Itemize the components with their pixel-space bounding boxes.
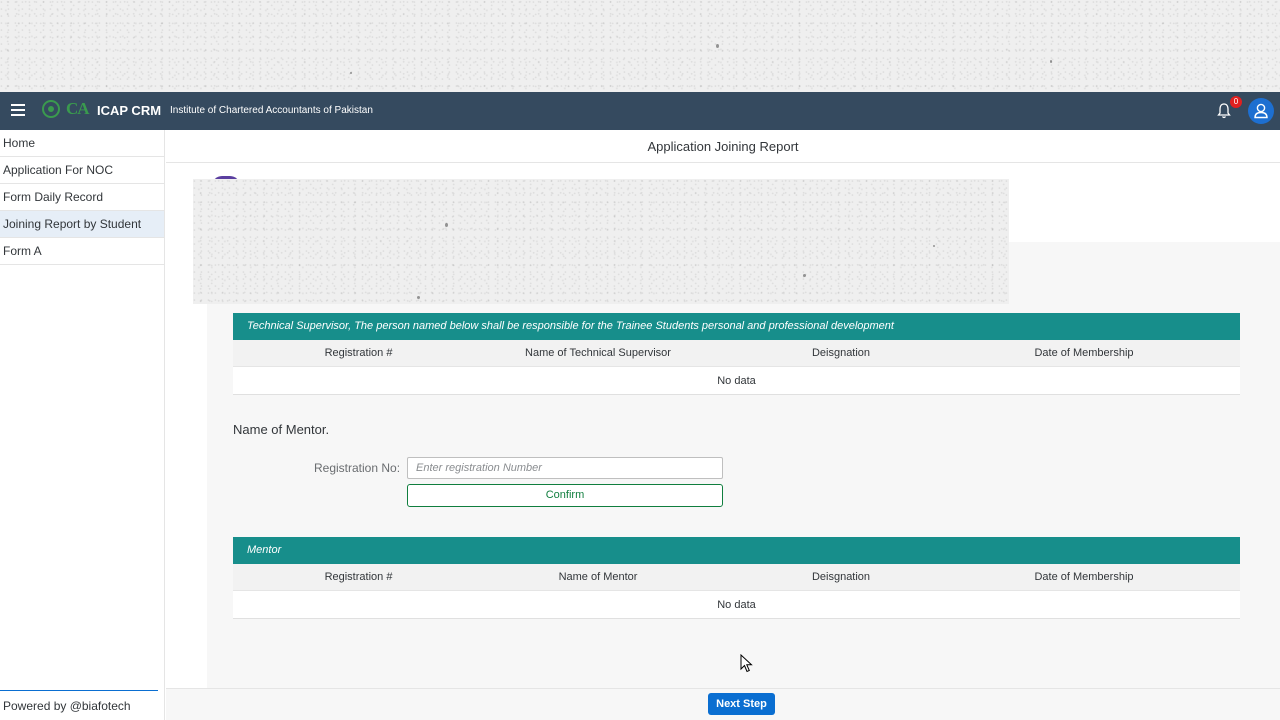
technical-supervisor-table: Technical Supervisor, The person named b…	[233, 313, 1240, 395]
powered-by-footer: Powered by @biafotech	[0, 690, 158, 713]
column-header: Deisgnation	[811, 347, 871, 359]
background-paper-top	[0, 0, 1280, 92]
paper-speck	[803, 274, 806, 277]
paper-speck	[716, 44, 719, 48]
table-caption: Technical Supervisor, The person named b…	[233, 313, 1240, 340]
column-header: Deisgnation	[811, 571, 871, 583]
no-data-row: No data	[233, 367, 1240, 395]
hamburger-menu-icon[interactable]	[11, 104, 25, 116]
column-header: Date of Membership	[1034, 347, 1134, 359]
user-icon	[1254, 103, 1268, 119]
background-paper-overlay	[193, 179, 1009, 304]
column-header: Name of Mentor	[558, 571, 638, 583]
app-subtitle: Institute of Chartered Accountants of Pa…	[170, 105, 373, 116]
next-step-button[interactable]: Next Step	[708, 693, 775, 715]
table-caption: Mentor	[233, 537, 1240, 564]
table-header-row: Registration # Name of Mentor Deisgnatio…	[233, 564, 1240, 591]
column-header: Registration #	[324, 571, 393, 583]
paper-speck	[1050, 60, 1052, 63]
registration-label: Registration No:	[314, 461, 401, 475]
logo-seal-icon	[42, 100, 60, 118]
column-header: Registration #	[324, 347, 393, 359]
paper-speck	[445, 223, 448, 227]
icap-logo: CA	[40, 97, 92, 125]
logo-text: CA	[66, 99, 90, 118]
sidebar-item-joining-report[interactable]: Joining Report by Student	[0, 211, 164, 238]
registration-number-input[interactable]	[407, 457, 723, 479]
column-header: Date of Membership	[1034, 571, 1134, 583]
mouse-cursor-icon	[740, 654, 753, 673]
notification-badge: 0	[1230, 96, 1242, 108]
column-header: Name of Technical Supervisor	[525, 347, 671, 359]
shell-bar: CA ICAP CRM Institute of Chartered Accou…	[0, 92, 1280, 130]
sidebar-item-form-a[interactable]: Form A	[0, 238, 164, 265]
page-title: Application Joining Report	[166, 130, 1280, 163]
table-header-row: Registration # Name of Technical Supervi…	[233, 340, 1240, 367]
sidebar-item-home[interactable]: Home	[0, 130, 164, 157]
paper-speck	[350, 72, 352, 74]
mentor-table: Mentor Registration # Name of Mentor Dei…	[233, 537, 1240, 619]
no-data-row: No data	[233, 591, 1240, 619]
side-navigation: Home Application For NOC Form Daily Reco…	[0, 130, 165, 720]
confirm-button[interactable]: Confirm	[407, 484, 723, 507]
paper-speck	[417, 296, 420, 299]
sidebar-item-form-daily-record[interactable]: Form Daily Record	[0, 184, 164, 211]
app-title[interactable]: ICAP CRM	[97, 103, 161, 118]
notification-bell-icon[interactable]	[1217, 103, 1231, 119]
mentor-section-title: Name of Mentor.	[233, 422, 330, 437]
sidebar-item-application-for-noc[interactable]: Application For NOC	[0, 157, 164, 184]
user-avatar[interactable]	[1248, 98, 1274, 124]
paper-speck	[933, 245, 935, 247]
